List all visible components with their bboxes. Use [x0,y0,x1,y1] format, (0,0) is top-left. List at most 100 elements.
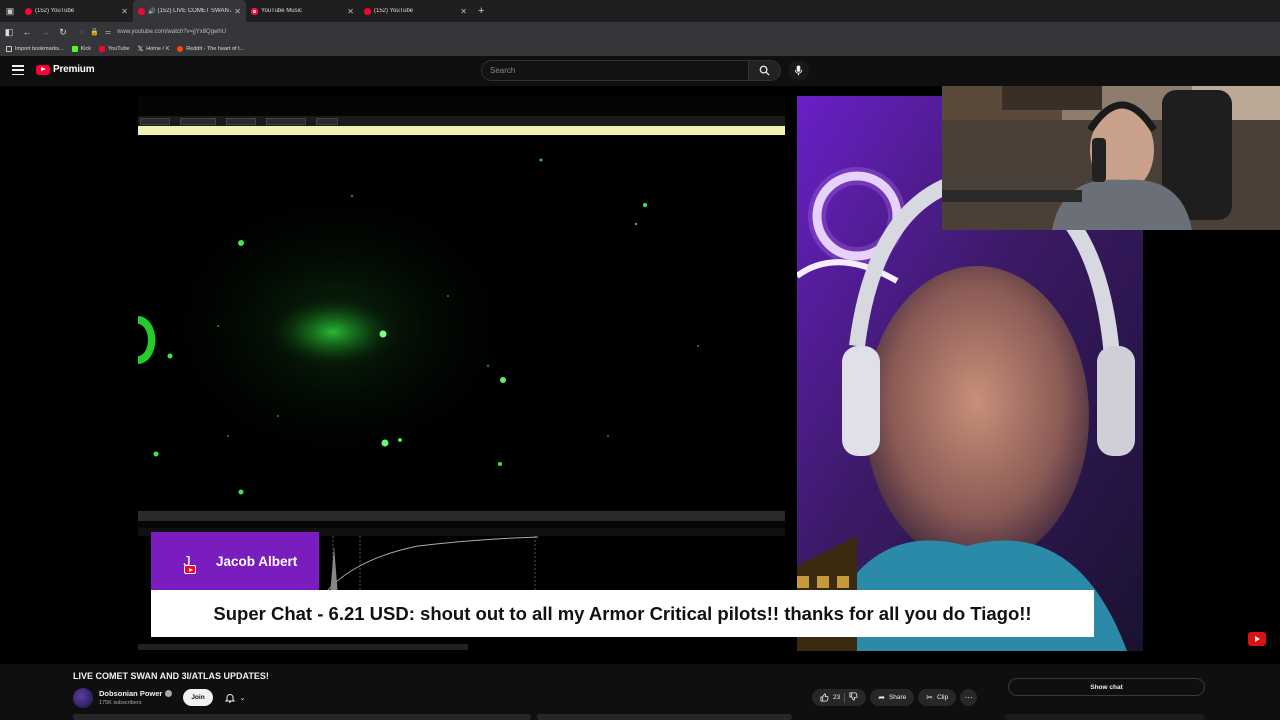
bookmark-kick[interactable]: Kick [71,46,91,52]
bookmark-reddit[interactable]: Reddit - The heart of t... [177,46,244,52]
superchat-avatar: J [176,550,198,574]
youtube-logo-icon [36,64,50,75]
shield-icon[interactable]: ◌ [80,29,84,36]
search-input[interactable]: Search [481,60,749,81]
superchat-name-badge: J Jacob Albert [151,532,319,590]
scope-status-bar [138,126,785,135]
voice-search-button[interactable] [788,60,809,81]
import-icon [6,46,12,52]
video-title: LIVE COMET SWAN AND 3I/ATLAS UPDATES! [73,671,269,681]
scope-chip [316,117,338,125]
youtube-icon [99,46,105,52]
reload-icon[interactable]: ↻ [54,23,72,41]
search-icon [759,65,770,76]
browser-tab[interactable]: (152) YouTube ✕ [20,0,133,22]
chevron-down-icon: ⌄ [239,694,246,702]
reactor-image [942,86,1280,230]
tab-close-icon[interactable]: ✕ [234,7,241,16]
microphone-icon [794,65,803,76]
verified-icon [165,690,173,697]
like-button[interactable]: 23 [820,693,840,702]
tab-close-icon[interactable]: ✕ [121,7,128,16]
clip-label: Clip [937,694,949,701]
thumbs-up-icon [820,693,829,702]
dislike-button[interactable] [849,692,858,703]
tab-close-icon[interactable]: ✕ [460,7,467,16]
audio-playing-icon[interactable]: 🔊 [148,8,155,15]
bookmark-x[interactable]: 𝕏 Home / X [138,45,170,53]
show-chat-button[interactable]: Show chat [1008,678,1205,696]
kick-icon [71,46,78,52]
bookmark-label: Kick [80,46,91,52]
divider [844,692,846,703]
tab-close-icon[interactable]: ✕ [347,7,354,16]
bookmark-import[interactable]: Import bookmarks... [6,46,64,52]
site-settings-icon[interactable]: ⚌ [105,28,111,36]
youtube-favicon-icon [138,7,145,15]
youtube-favicon-icon [25,7,32,15]
lock-icon[interactable]: 🔒 [90,28,99,36]
chip-filter-strip[interactable] [1005,714,1205,720]
sidebar-toggle-icon[interactable]: ◧ [0,23,18,41]
thumbs-down-icon [849,692,858,701]
video-actions: 23 ➦ Share ✂ Clip ⋯ [812,689,978,706]
scope-toolbar [138,116,785,126]
bookmark-label: YouTube [108,46,130,52]
like-count: 23 [833,694,841,701]
scope-scrollbar [138,511,785,521]
youtube-premium-logo[interactable]: Premium [36,64,95,75]
share-label: Share [888,694,907,701]
youtube-music-favicon-icon [251,7,258,15]
search-button[interactable] [749,60,781,81]
description-strip [537,714,792,720]
new-tab-icon[interactable]: + [478,5,484,17]
address-bar[interactable]: ◌ 🔒 ⚌ www.youtube.com/watch?v=jjYx8QgwhU [80,28,226,37]
share-button[interactable]: ➦ Share [870,689,915,706]
superchat-message: Super Chat - 6.21 USD: shout out to all … [151,590,1094,637]
channel-name-link[interactable]: Dobsonian Power [99,689,173,698]
youtube-favicon-icon [364,7,371,15]
menu-icon[interactable] [12,64,24,76]
bookmark-label: Import bookmarks... [15,46,64,52]
tab-label: (152) LIVE COMET SWAN A [157,8,232,14]
logo-text: Premium [53,64,95,75]
url-text[interactable]: www.youtube.com/watch?v=jjYx8QgwhU [117,29,226,35]
bookmark-label: Reddit - The heart of t... [186,46,245,52]
clip-button[interactable]: ✂ Clip [918,689,957,706]
browser-toolbar: ◧ ← → ↻ ◌ 🔒 ⚌ www.youtube.com/watch?v=jj… [0,22,1280,42]
forward-icon[interactable]: → [36,23,54,41]
back-icon[interactable]: ← [18,23,36,41]
more-icon: ⋯ [964,693,973,702]
channel-avatar[interactable] [73,688,93,708]
comet-star-field [138,136,785,511]
scope-chip [226,117,256,125]
browser-tab[interactable]: YouTube Music ✕ [246,0,359,22]
notification-bell-button[interactable]: ⌄ [218,689,252,706]
x-icon: 𝕏 [137,46,144,53]
tab-label: (152) YouTube [35,8,75,14]
like-dislike-group: 23 [812,689,867,706]
bookmark-youtube[interactable]: YouTube [99,46,130,52]
join-button[interactable]: Join [183,689,213,706]
share-icon: ➦ [878,693,885,702]
scope-chip [140,117,170,125]
channel-name[interactable]: Dobsonian Power [99,689,162,698]
subscriber-count: 175K subscribers [99,700,142,706]
tab-label: (152) YouTube [374,8,414,14]
browser-tab[interactable]: (152) YouTube ✕ [359,0,472,22]
video-player[interactable]: J Jacob Albert Super Chat - 6.21 USD: sh… [0,86,1280,664]
reactor-webcam [942,86,1280,230]
description-strip [73,714,531,720]
scope-chip [266,117,306,125]
scope-chip [180,117,216,125]
tab-menu-icon[interactable]: ▣ [0,0,20,22]
reddit-icon [177,46,184,52]
more-actions-button[interactable]: ⋯ [960,689,978,706]
youtube-badge-icon [184,565,196,574]
scissors-icon: ✂ [926,693,933,702]
bell-icon [224,693,235,703]
youtube-header: Premium Search [0,56,1280,86]
browser-tab-active[interactable]: 🔊 (152) LIVE COMET SWAN A ✕ [133,0,246,22]
bookmarks-bar: Import bookmarks... Kick YouTube 𝕏 Home … [0,42,1280,56]
bookmark-label: Home / X [146,46,170,52]
